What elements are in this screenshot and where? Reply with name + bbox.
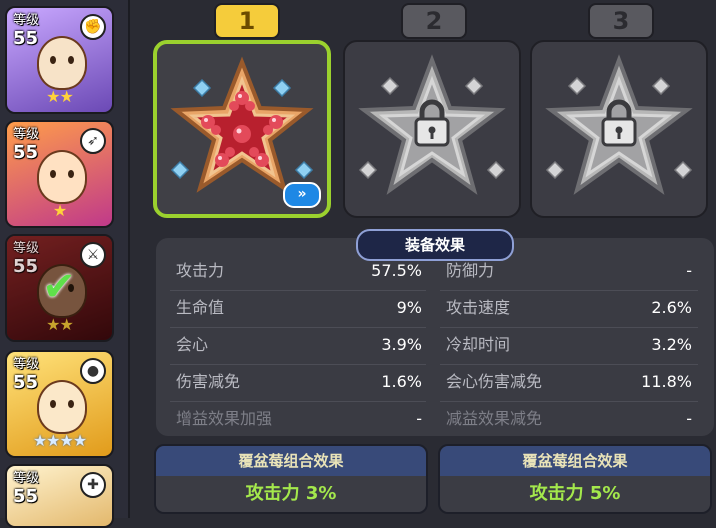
level-badge: 等级 55 <box>13 357 40 393</box>
stat-crit-resist: 会心伤害减免 11.8% <box>446 372 692 391</box>
equipment-effects-title: 装备效果 <box>356 229 514 261</box>
level-badge: 等级 55 <box>13 241 40 277</box>
checkmark-icon: ✔ <box>42 264 76 310</box>
set-bonus-effect: 攻击力 5% <box>440 476 710 512</box>
bomb-icon: ● <box>80 358 106 384</box>
cookie-card-5[interactable]: 等级 55 ✚ <box>5 464 114 528</box>
set-bonus-5: 覆盆莓组合效果 攻击力 5% <box>438 444 712 514</box>
slot-tab-3[interactable]: 3 <box>588 3 654 39</box>
cookie-card-4[interactable]: 等级 55 ● ★★★★ <box>5 350 114 458</box>
stat-dmg-resist: 伤害减免 1.6% <box>176 372 422 391</box>
locked-topping-icon <box>358 54 506 195</box>
slot-tab-1[interactable]: 1 <box>214 3 280 39</box>
healing-icon: ✚ <box>80 472 106 498</box>
cookie-card-1[interactable]: 等级 55 ✊ ★★ <box>5 6 114 114</box>
topping-slot-2[interactable] <box>343 40 521 218</box>
star-rating: ★★★★ <box>32 431 87 450</box>
topping-slot-1[interactable]: » <box>153 40 331 218</box>
star-rating: ★ <box>52 201 67 220</box>
locked-topping-icon <box>545 54 693 195</box>
stat-cooldown: 冷却时间 3.2% <box>446 335 692 354</box>
stat-atk-speed: 攻击速度 2.6% <box>446 298 692 317</box>
cookie-card-3[interactable]: 等级 55 ⚔ ✔ ★★ <box>5 234 114 342</box>
slot-tab-2[interactable]: 2 <box>401 3 467 39</box>
star-rating: ★★ <box>46 87 74 106</box>
set-bonus-effect: 攻击力 3% <box>156 476 426 512</box>
level-badge: 等级 55 <box>13 13 40 49</box>
cookie-list: 等级 55 ✊ ★★ 等级 55 ➶ ★ 等级 55 ⚔ ✔ ★★ 等级 55 … <box>0 0 130 528</box>
cookie-card-2[interactable]: 等级 55 ➶ ★ <box>5 120 114 228</box>
topping-slot-3[interactable] <box>530 40 708 218</box>
stat-crit: 会心 3.9% <box>176 335 422 354</box>
fist-icon: ✊ <box>80 14 106 40</box>
stat-hp: 生命值 9% <box>176 298 422 317</box>
set-bonus-title: 覆盆莓组合效果 <box>440 446 710 476</box>
sword-icon: ⚔ <box>80 242 106 268</box>
upgrade-button[interactable]: » <box>283 182 321 208</box>
cookie-portrait <box>37 380 87 434</box>
cookie-portrait <box>37 36 87 90</box>
level-badge: 等级 55 <box>13 127 40 163</box>
crossbow-icon: ➶ <box>80 128 106 154</box>
stat-buff-amp: 增益效果加强 - <box>176 409 422 428</box>
cookie-portrait <box>37 150 87 204</box>
star-rating: ★★ <box>46 315 74 334</box>
set-bonus-3: 覆盆莓组合效果 攻击力 3% <box>154 444 428 514</box>
level-badge: 等级 55 <box>13 471 40 507</box>
stat-debuff-resist: 减益效果减免 - <box>446 409 692 428</box>
set-bonus-title: 覆盆莓组合效果 <box>156 446 426 476</box>
